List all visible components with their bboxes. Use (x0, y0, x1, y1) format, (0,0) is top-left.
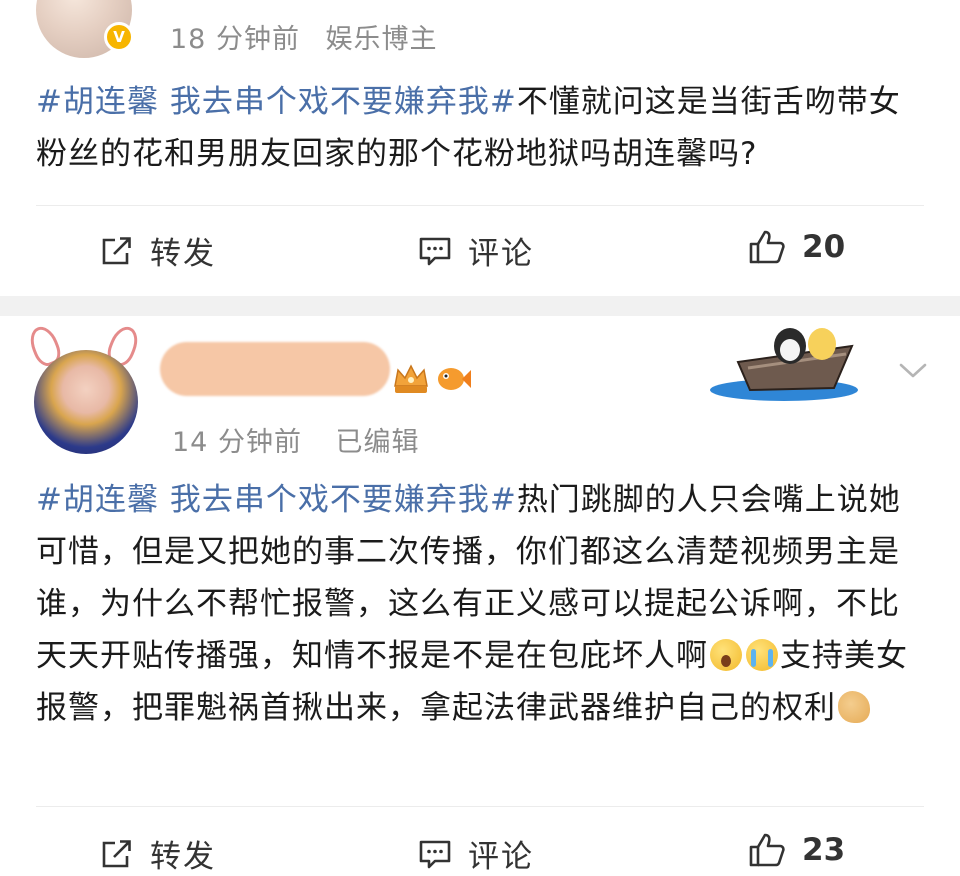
thumbs-up-icon (749, 230, 785, 264)
hashtag-link[interactable]: #胡连馨 我去串个戏不要嫌弃我# (36, 482, 517, 518)
post-content: #胡连馨 我去串个戏不要嫌弃我#不懂就问这是当街舌吻带女粉丝的花和男朋友回家的那… (36, 76, 916, 180)
repost-icon (102, 839, 131, 867)
repost-label: 转发 (150, 839, 216, 875)
divider (36, 205, 924, 206)
comment-icon (419, 237, 451, 265)
like-count: 23 (802, 832, 846, 868)
comment-label: 评论 (468, 839, 534, 875)
fish-badge-icon (438, 368, 471, 390)
weibo-post-1: V 18 分钟前 娱乐博主 #胡连馨 我去串个戏不要嫌弃我#不懂就问这是当街舌吻… (0, 0, 960, 296)
like-button[interactable]: 20 (748, 228, 845, 266)
boat-sticker-icon (710, 328, 858, 401)
repost-icon (102, 236, 131, 264)
post-time: 18 分钟前 (170, 24, 300, 55)
repost-button[interactable]: 转发 (100, 831, 216, 876)
chevron-down-icon[interactable] (898, 362, 928, 380)
username-redacted[interactable] (160, 342, 390, 396)
comment-icon (419, 840, 451, 868)
post-meta: 18 分钟前 娱乐博主 (170, 17, 438, 56)
comment-label: 评论 (468, 236, 534, 272)
divider (36, 806, 924, 807)
comment-button[interactable]: 评论 (418, 831, 534, 876)
post-source: 娱乐博主 (325, 24, 438, 55)
crown-badge-icon (394, 364, 428, 393)
post-separator (0, 296, 960, 316)
post-meta: 14 分钟前 已编辑 (172, 420, 420, 459)
avatar-image (34, 350, 138, 454)
verified-v-icon: V (104, 22, 134, 52)
weibo-post-2: 14 分钟前 已编辑 #胡连馨 我去串个戏不要嫌弃我#热门跳脚的人只会嘴上说她可… (0, 316, 960, 875)
thumbs-up-icon (749, 833, 785, 867)
post-time: 14 分钟前 (172, 427, 302, 458)
edited-label[interactable]: 已编辑 (336, 427, 420, 458)
comment-button[interactable]: 评论 (418, 228, 534, 273)
like-count: 20 (802, 229, 846, 265)
repost-button[interactable]: 转发 (100, 228, 216, 273)
post-content: #胡连馨 我去串个戏不要嫌弃我#热门跳脚的人只会嘴上说她可惜，但是又把她的事二次… (36, 474, 916, 734)
crying-emoji-icon (746, 639, 778, 671)
repost-label: 转发 (150, 236, 216, 272)
avatar[interactable] (24, 322, 144, 456)
like-button[interactable]: 23 (748, 831, 845, 869)
astonished-emoji-icon (710, 639, 742, 671)
flexed-biceps-emoji-icon (838, 691, 870, 723)
hashtag-link[interactable]: #胡连馨 我去串个戏不要嫌弃我# (36, 84, 517, 120)
